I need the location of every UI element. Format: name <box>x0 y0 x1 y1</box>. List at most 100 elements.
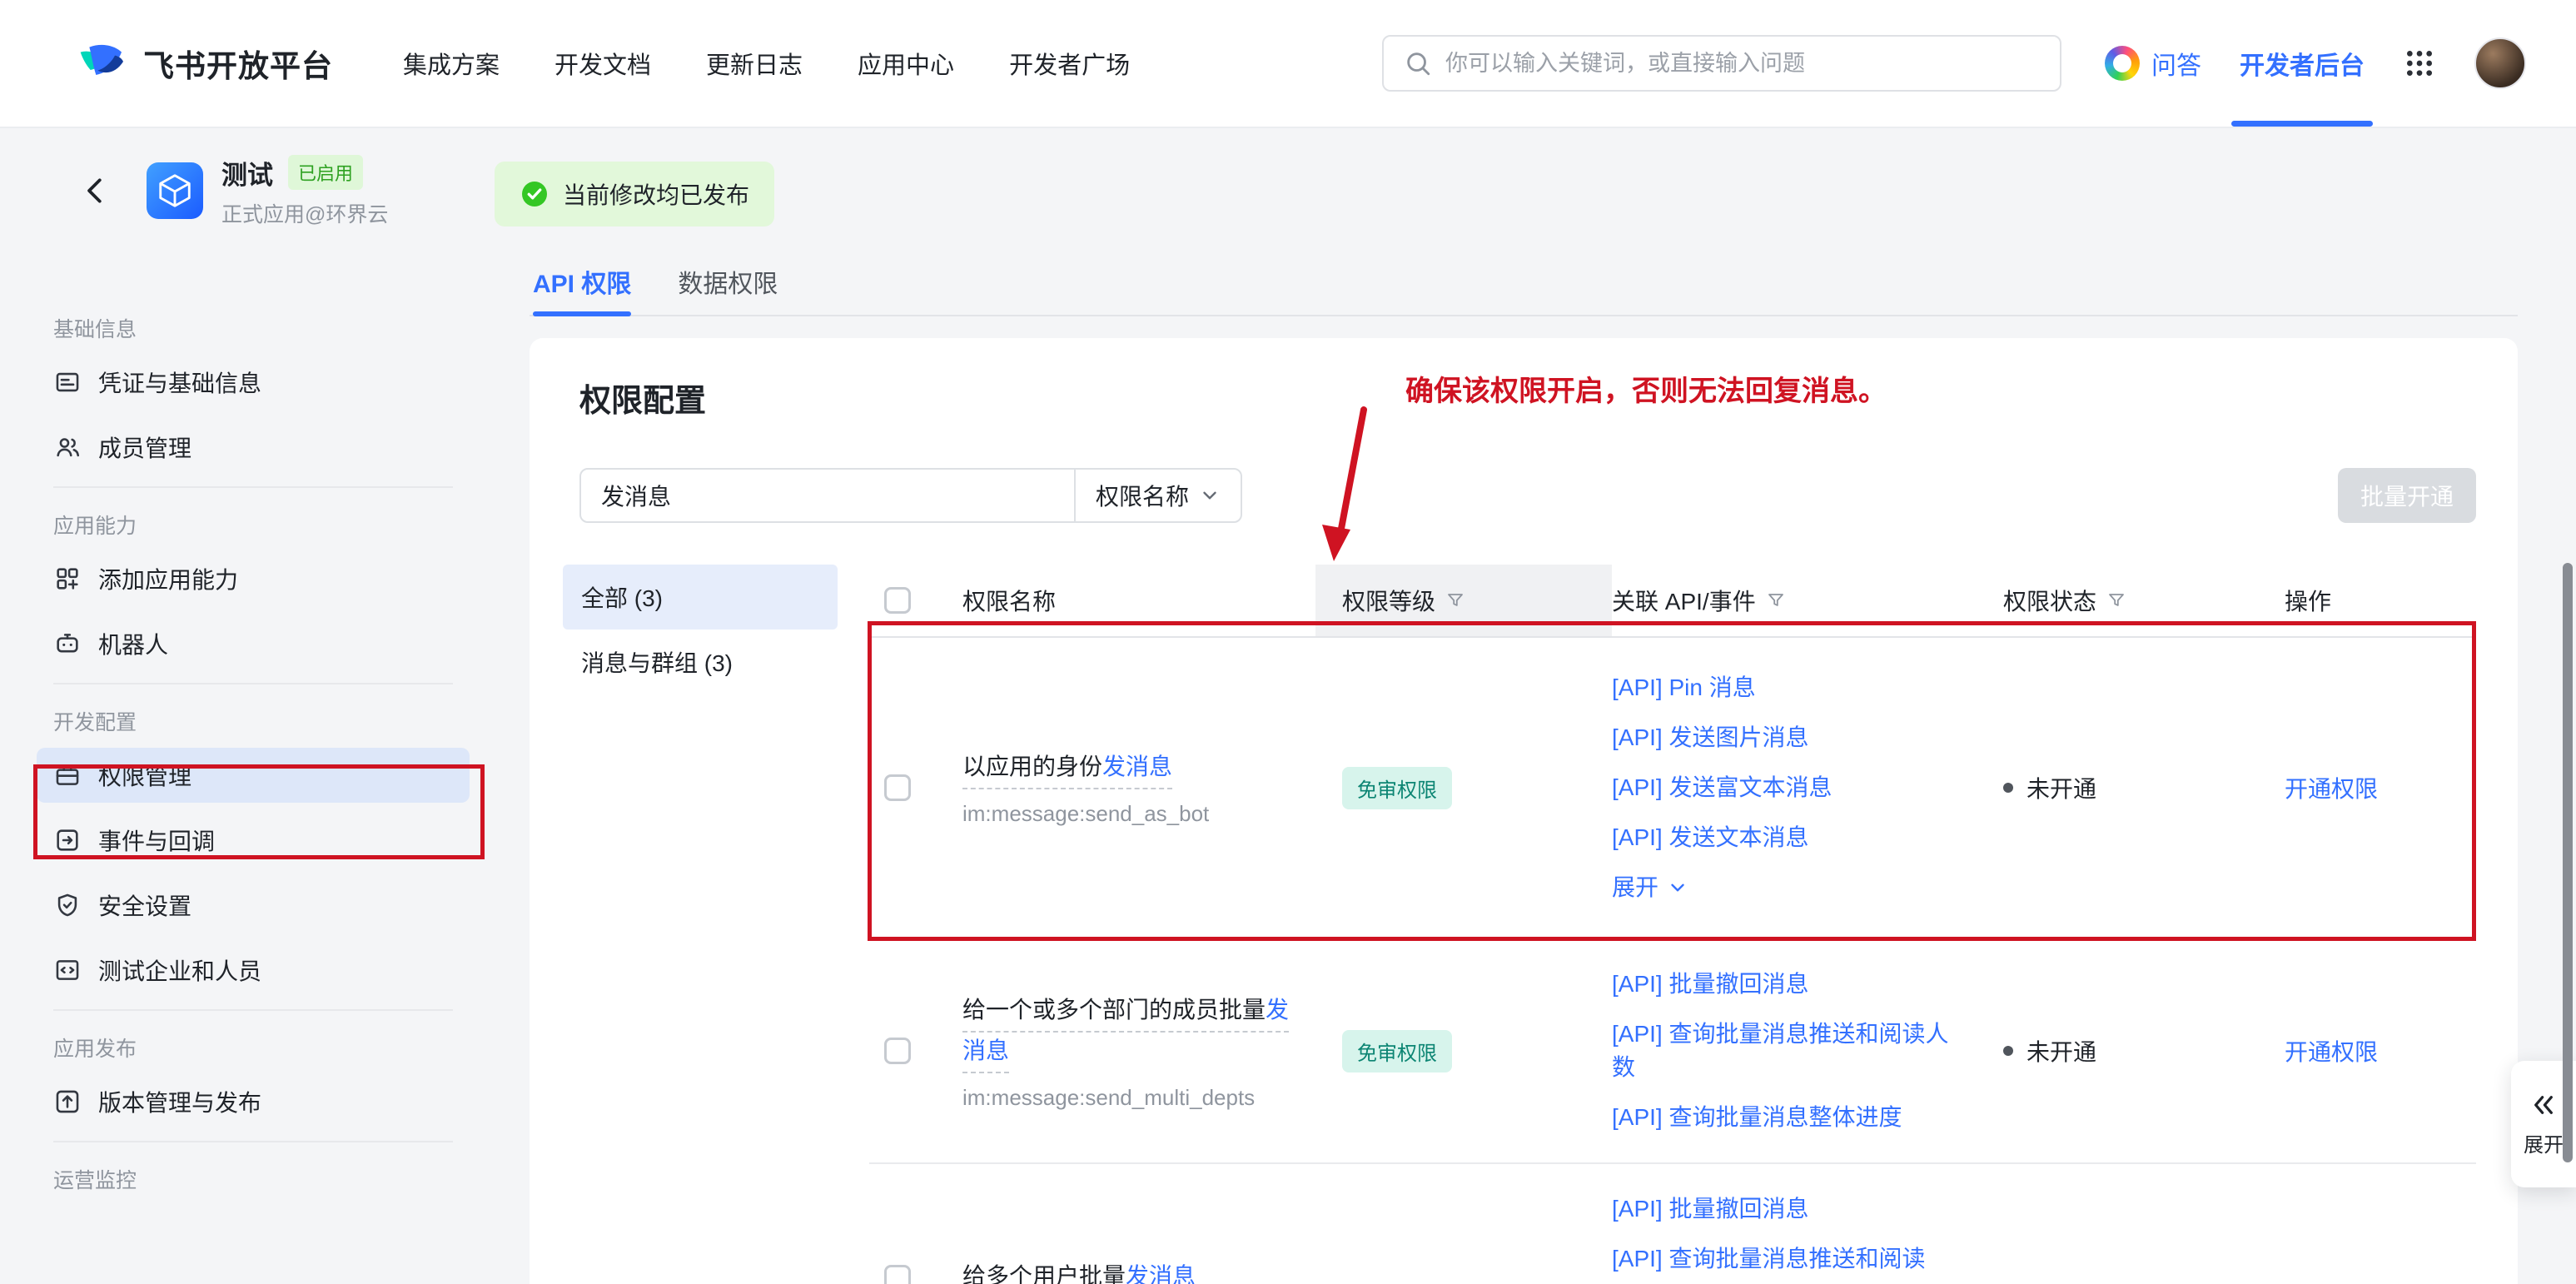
code-brackets-icon <box>53 956 82 984</box>
row-checkbox[interactable] <box>884 774 911 801</box>
event-callback-icon <box>53 826 82 854</box>
row-checkbox-cell <box>869 1265 946 1284</box>
tab-label: API 权限 <box>533 271 631 298</box>
open-permission-link[interactable]: 开通权限 <box>2285 776 2378 802</box>
back-chevron-icon <box>80 175 112 207</box>
permission-name-cell: 以应用的身份发消息 im:message:send_as_bot <box>946 749 1315 827</box>
app-meta: 测试 已启用 正式应用@环界云 <box>221 154 388 228</box>
row-checkbox[interactable] <box>884 1038 911 1064</box>
select-all-checkbox[interactable] <box>884 587 911 614</box>
back-button[interactable] <box>80 175 112 207</box>
global-search[interactable] <box>1382 35 2061 92</box>
sidebar-item-security[interactable]: 安全设置 <box>37 878 470 933</box>
nav-item-docs[interactable]: 开发文档 <box>554 46 651 81</box>
sidebar-item-permissions[interactable]: 权限管理 <box>37 748 470 803</box>
sidebar-section-release: 应用发布 <box>37 1036 470 1063</box>
category-message-group[interactable]: 消息与群组 (3) <box>563 630 838 694</box>
api-link[interactable]: [API] Pin 消息 <box>1612 671 1962 704</box>
user-avatar[interactable] <box>2474 37 2526 89</box>
row-checkbox[interactable] <box>884 1265 911 1284</box>
status-cell: 未开通 <box>2003 771 2285 804</box>
level-badge: 免审权限 <box>1342 1030 1452 1072</box>
api-link[interactable]: [API] 发送富文本消息 <box>1612 771 1962 804</box>
annotation-text: 确保该权限开启，否则无法回复消息。 <box>1405 368 1887 409</box>
api-link[interactable]: [API] 查询批量消息推送和阅读 <box>1612 1242 1962 1276</box>
sidebar-item-test-users[interactable]: 测试企业和人员 <box>37 943 470 998</box>
permission-name[interactable]: 给多个用户批量发消息 <box>962 1258 1196 1284</box>
sidebar-divider <box>53 1009 453 1011</box>
main-content: API 权限 数据权限 权限配置 权限名称 批量开通 全部 (3) 消息与群组 … <box>530 270 2518 1284</box>
sidebar-item-events[interactable]: 事件与回调 <box>37 813 470 868</box>
header-level-label: 权限等级 <box>1342 584 1435 617</box>
api-link[interactable]: [API] 查询批量消息推送和阅读人数 <box>1612 1018 1962 1084</box>
search-input[interactable] <box>1445 51 2040 77</box>
filter-funnel-icon[interactable] <box>2106 590 2126 610</box>
category-all[interactable]: 全部 (3) <box>563 565 838 630</box>
api-link[interactable]: [API] 发送图片消息 <box>1612 721 1962 754</box>
permission-name[interactable]: 以应用的身份发消息 <box>962 749 1172 789</box>
app-subtitle: 正式应用@环界云 <box>221 198 388 228</box>
sidebar-section-capability: 应用能力 <box>37 513 470 540</box>
related-api-cell: [API] Pin 消息 [API] 发送图片消息 [API] 发送富文本消息 … <box>1612 638 2003 938</box>
tab-data-permissions[interactable]: 数据权限 <box>678 263 778 315</box>
dev-console-label: 开发者后台 <box>2240 45 2365 82</box>
header-name-label: 权限名称 <box>962 584 1056 617</box>
panel-title: 权限配置 <box>579 375 706 421</box>
nav-item-integration[interactable]: 集成方案 <box>403 46 500 81</box>
api-link[interactable]: [API] 查询批量消息整体进度 <box>1612 1101 1962 1134</box>
row-checkbox-cell <box>869 774 946 801</box>
permission-name[interactable]: 给一个或多个部门的成员批量发 <box>962 992 1289 1033</box>
table-row-send-as-bot: 以应用的身份发消息 im:message:send_as_bot 免审权限 [A… <box>869 638 2476 939</box>
apps-grid-button[interactable] <box>2403 47 2436 80</box>
filter-funnel-icon[interactable] <box>1766 590 1786 610</box>
enabled-badge: 已启用 <box>288 155 363 190</box>
permission-name-line2[interactable]: 消息 <box>962 1033 1009 1073</box>
permission-search: 权限名称 <box>579 468 1242 523</box>
status-dot <box>2003 1046 2013 1056</box>
search-filter-select[interactable]: 权限名称 <box>1074 470 1241 521</box>
robot-icon <box>53 630 82 658</box>
members-icon <box>53 433 82 461</box>
left-sidebar: 基础信息 凭证与基础信息 成员管理 应用能力 添加应用能力 机器人 开发配置 权… <box>37 291 470 1206</box>
table-row-send-multi-users: 给多个用户批量发消息 [API] 批量撤回消息 [API] 查询批量消息推送和阅… <box>869 1164 2476 1284</box>
double-chevron-left-icon <box>2530 1092 2557 1118</box>
sidebar-item-bot[interactable]: 机器人 <box>37 616 470 671</box>
permission-search-input[interactable] <box>581 470 1074 521</box>
row-checkbox-cell <box>869 1038 946 1064</box>
header-api: 关联 API/事件 <box>1612 565 2003 636</box>
open-permission-link[interactable]: 开通权限 <box>2285 1039 2378 1065</box>
check-circle-icon <box>520 179 550 209</box>
batch-approve-button[interactable]: 批量开通 <box>2338 468 2476 523</box>
api-link[interactable]: [API] 批量撤回消息 <box>1612 968 1962 1001</box>
sidebar-item-add-capability[interactable]: 添加应用能力 <box>37 551 470 606</box>
page-scrollbar[interactable] <box>2563 563 2573 1162</box>
nav-item-dev-plaza[interactable]: 开发者广场 <box>1009 46 1130 81</box>
expander-label: 展开 <box>2524 1128 2564 1157</box>
status-text: 未开通 <box>2026 1034 2096 1068</box>
sidebar-item-label: 版本管理与发布 <box>98 1085 261 1118</box>
expand-apis-link[interactable]: 展开 <box>1612 871 1962 904</box>
nav-item-app-center[interactable]: 应用中心 <box>858 46 954 81</box>
feishu-logo[interactable]: 飞书开放平台 <box>75 37 333 90</box>
category-list: 全部 (3) 消息与群组 (3) <box>563 565 838 694</box>
sidebar-item-members[interactable]: 成员管理 <box>37 420 470 475</box>
shield-icon <box>53 891 82 919</box>
tab-api-permissions[interactable]: API 权限 <box>533 263 631 315</box>
sidebar-item-label: 机器人 <box>98 627 168 660</box>
search-icon <box>1404 49 1432 77</box>
dev-console-link[interactable]: 开发者后台 <box>2240 0 2365 127</box>
permission-level-cell: 免审权限 <box>1315 1030 1612 1072</box>
sidebar-item-credentials[interactable]: 凭证与基础信息 <box>37 355 470 410</box>
sidebar-divider <box>53 486 453 488</box>
api-link[interactable]: [API] 批量撤回消息 <box>1612 1192 1962 1226</box>
app-header: 测试 已启用 正式应用@环界云 当前修改均已发布 <box>0 128 2576 253</box>
grid-icon <box>2403 47 2436 80</box>
nav-item-changelog[interactable]: 更新日志 <box>706 46 803 81</box>
api-link[interactable]: [API] 发送文本消息 <box>1612 821 1962 854</box>
qa-link[interactable]: 问答 <box>2105 45 2201 82</box>
briefcase-icon <box>53 761 82 789</box>
filter-funnel-icon[interactable] <box>1445 590 1465 610</box>
header-action-label: 操作 <box>2285 584 2331 617</box>
sidebar-item-version-release[interactable]: 版本管理与发布 <box>37 1074 470 1129</box>
navbar-right: 问答 开发者后台 <box>2105 0 2526 127</box>
